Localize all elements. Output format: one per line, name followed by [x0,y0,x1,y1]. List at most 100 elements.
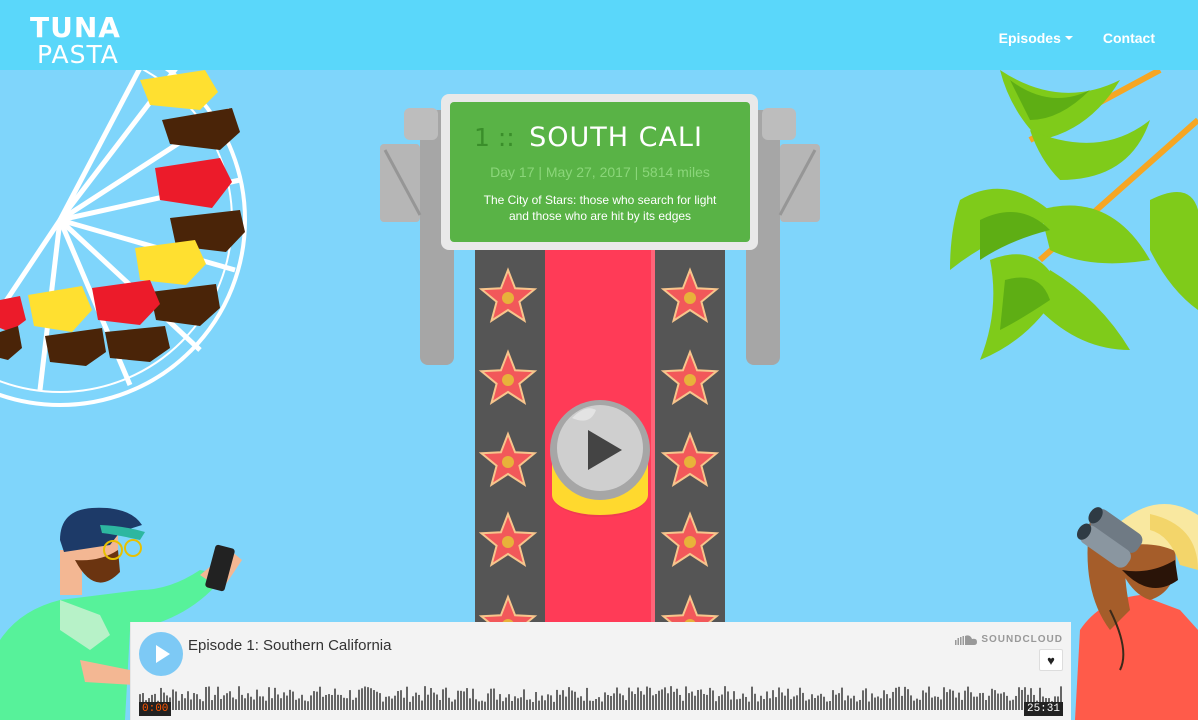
waveform-bar [1018,687,1020,710]
waveform-bar [757,701,759,710]
waveform-bar [517,698,519,710]
player-track-title[interactable]: Episode 1: Southern California [188,637,391,654]
waveform-bar [781,692,783,710]
like-button[interactable]: ♥ [1039,649,1063,671]
waveform-bar [994,690,996,710]
waveform-bar [880,698,882,710]
heart-icon: ♥ [1047,652,1055,668]
waveform-bar [325,694,327,710]
logo-line-1: TUNA [30,11,121,44]
contact-link[interactable]: Contact [1103,30,1155,46]
waveform-bar [310,695,312,710]
waveform-bar [628,687,630,710]
waveform-bar [937,696,939,710]
waveform-bar [487,693,489,710]
waveform-bar [475,699,477,710]
waveform-bar [622,695,624,710]
waveform-bar [454,699,456,710]
episodes-label: Episodes [998,30,1061,46]
waveform-bar [529,699,531,710]
waveform-bar [931,697,933,710]
waveform-bar [997,693,999,710]
player-play-button[interactable] [139,632,183,676]
waveform-bar [577,697,579,710]
waveform-bar [289,689,291,710]
waveform-bar [856,701,858,710]
waveform-bar [895,687,897,710]
waveform-bar [223,695,225,710]
waveform-bar [784,695,786,710]
fame-star-emblem [502,536,514,548]
waveform-bar [592,700,594,710]
waveform-bar [355,697,357,710]
waveform-bar [868,701,870,710]
waveform-bar [196,694,198,710]
waveform-bar [181,694,183,710]
waveform-bar [172,689,174,710]
waveform[interactable] [139,684,1063,716]
waveform-bar [796,695,798,710]
waveform-bar [766,691,768,710]
waveform-bar [745,696,747,710]
waveform-bar [616,687,618,710]
waveform-bar [184,698,186,710]
waveform-bar [595,699,597,710]
soundcloud-brand[interactable]: SOUNDCLOUD [955,634,1063,645]
waveform-bar [202,701,204,710]
waveform-bar [811,694,813,710]
play-episode-button[interactable] [550,403,650,503]
waveform-bar [277,694,279,710]
waveform-bar [430,688,432,710]
waveform-bar [724,686,726,710]
waveform-bar [472,688,474,710]
waveform-bar [412,696,414,710]
waveform-bar [493,688,495,710]
waveform-bar [793,696,795,710]
waveform-bar [373,690,375,710]
waveform-bar [808,699,810,710]
waveform-bar [697,689,699,710]
waveform-bar [403,697,405,710]
fame-star-emblem [684,536,696,548]
waveform-bar [316,691,318,710]
logo[interactable]: TUNA PASTA [30,11,121,68]
waveform-bar [220,698,222,710]
waveform-bar [340,694,342,710]
waveform-bar [409,701,411,710]
waveform-bar [700,689,702,710]
waveform-bar [490,688,492,710]
waveform-bar [349,690,351,710]
waveform-bar [553,701,555,710]
waveform-bar [874,697,876,710]
waveform-bar [427,694,429,710]
waveform-bar [862,690,864,710]
waveform-bar [262,696,264,710]
waveform-bar [898,686,900,710]
waveform-bar [646,686,648,710]
episodes-dropdown[interactable]: Episodes [999,30,1073,46]
waveform-bar [1012,699,1014,710]
waveform-bar [583,700,585,710]
waveform-bar [364,686,366,710]
waveform-bar [358,689,360,710]
waveform-bar [850,698,852,710]
episode-location-title: SOUTH CALI [529,122,703,153]
waveform-bar [841,687,843,710]
waveform-bar [982,692,984,710]
waveform-bar [451,701,453,710]
waveform-bar [970,692,972,710]
waveform-bar [562,690,564,710]
waveform-bar [598,697,600,710]
waveform-bar [508,694,510,710]
waveform-bar [742,693,744,710]
waveform-bar [286,695,288,710]
waveform-bar [733,691,735,710]
waveform-bar [352,699,354,710]
waveform-bar [469,698,471,710]
waveform-bar [175,691,177,710]
waveform-bar [973,696,975,710]
waveform-bar [499,694,501,710]
waveform-bar [712,690,714,710]
waveform-bar [253,699,255,710]
waveform-bar [559,694,561,710]
